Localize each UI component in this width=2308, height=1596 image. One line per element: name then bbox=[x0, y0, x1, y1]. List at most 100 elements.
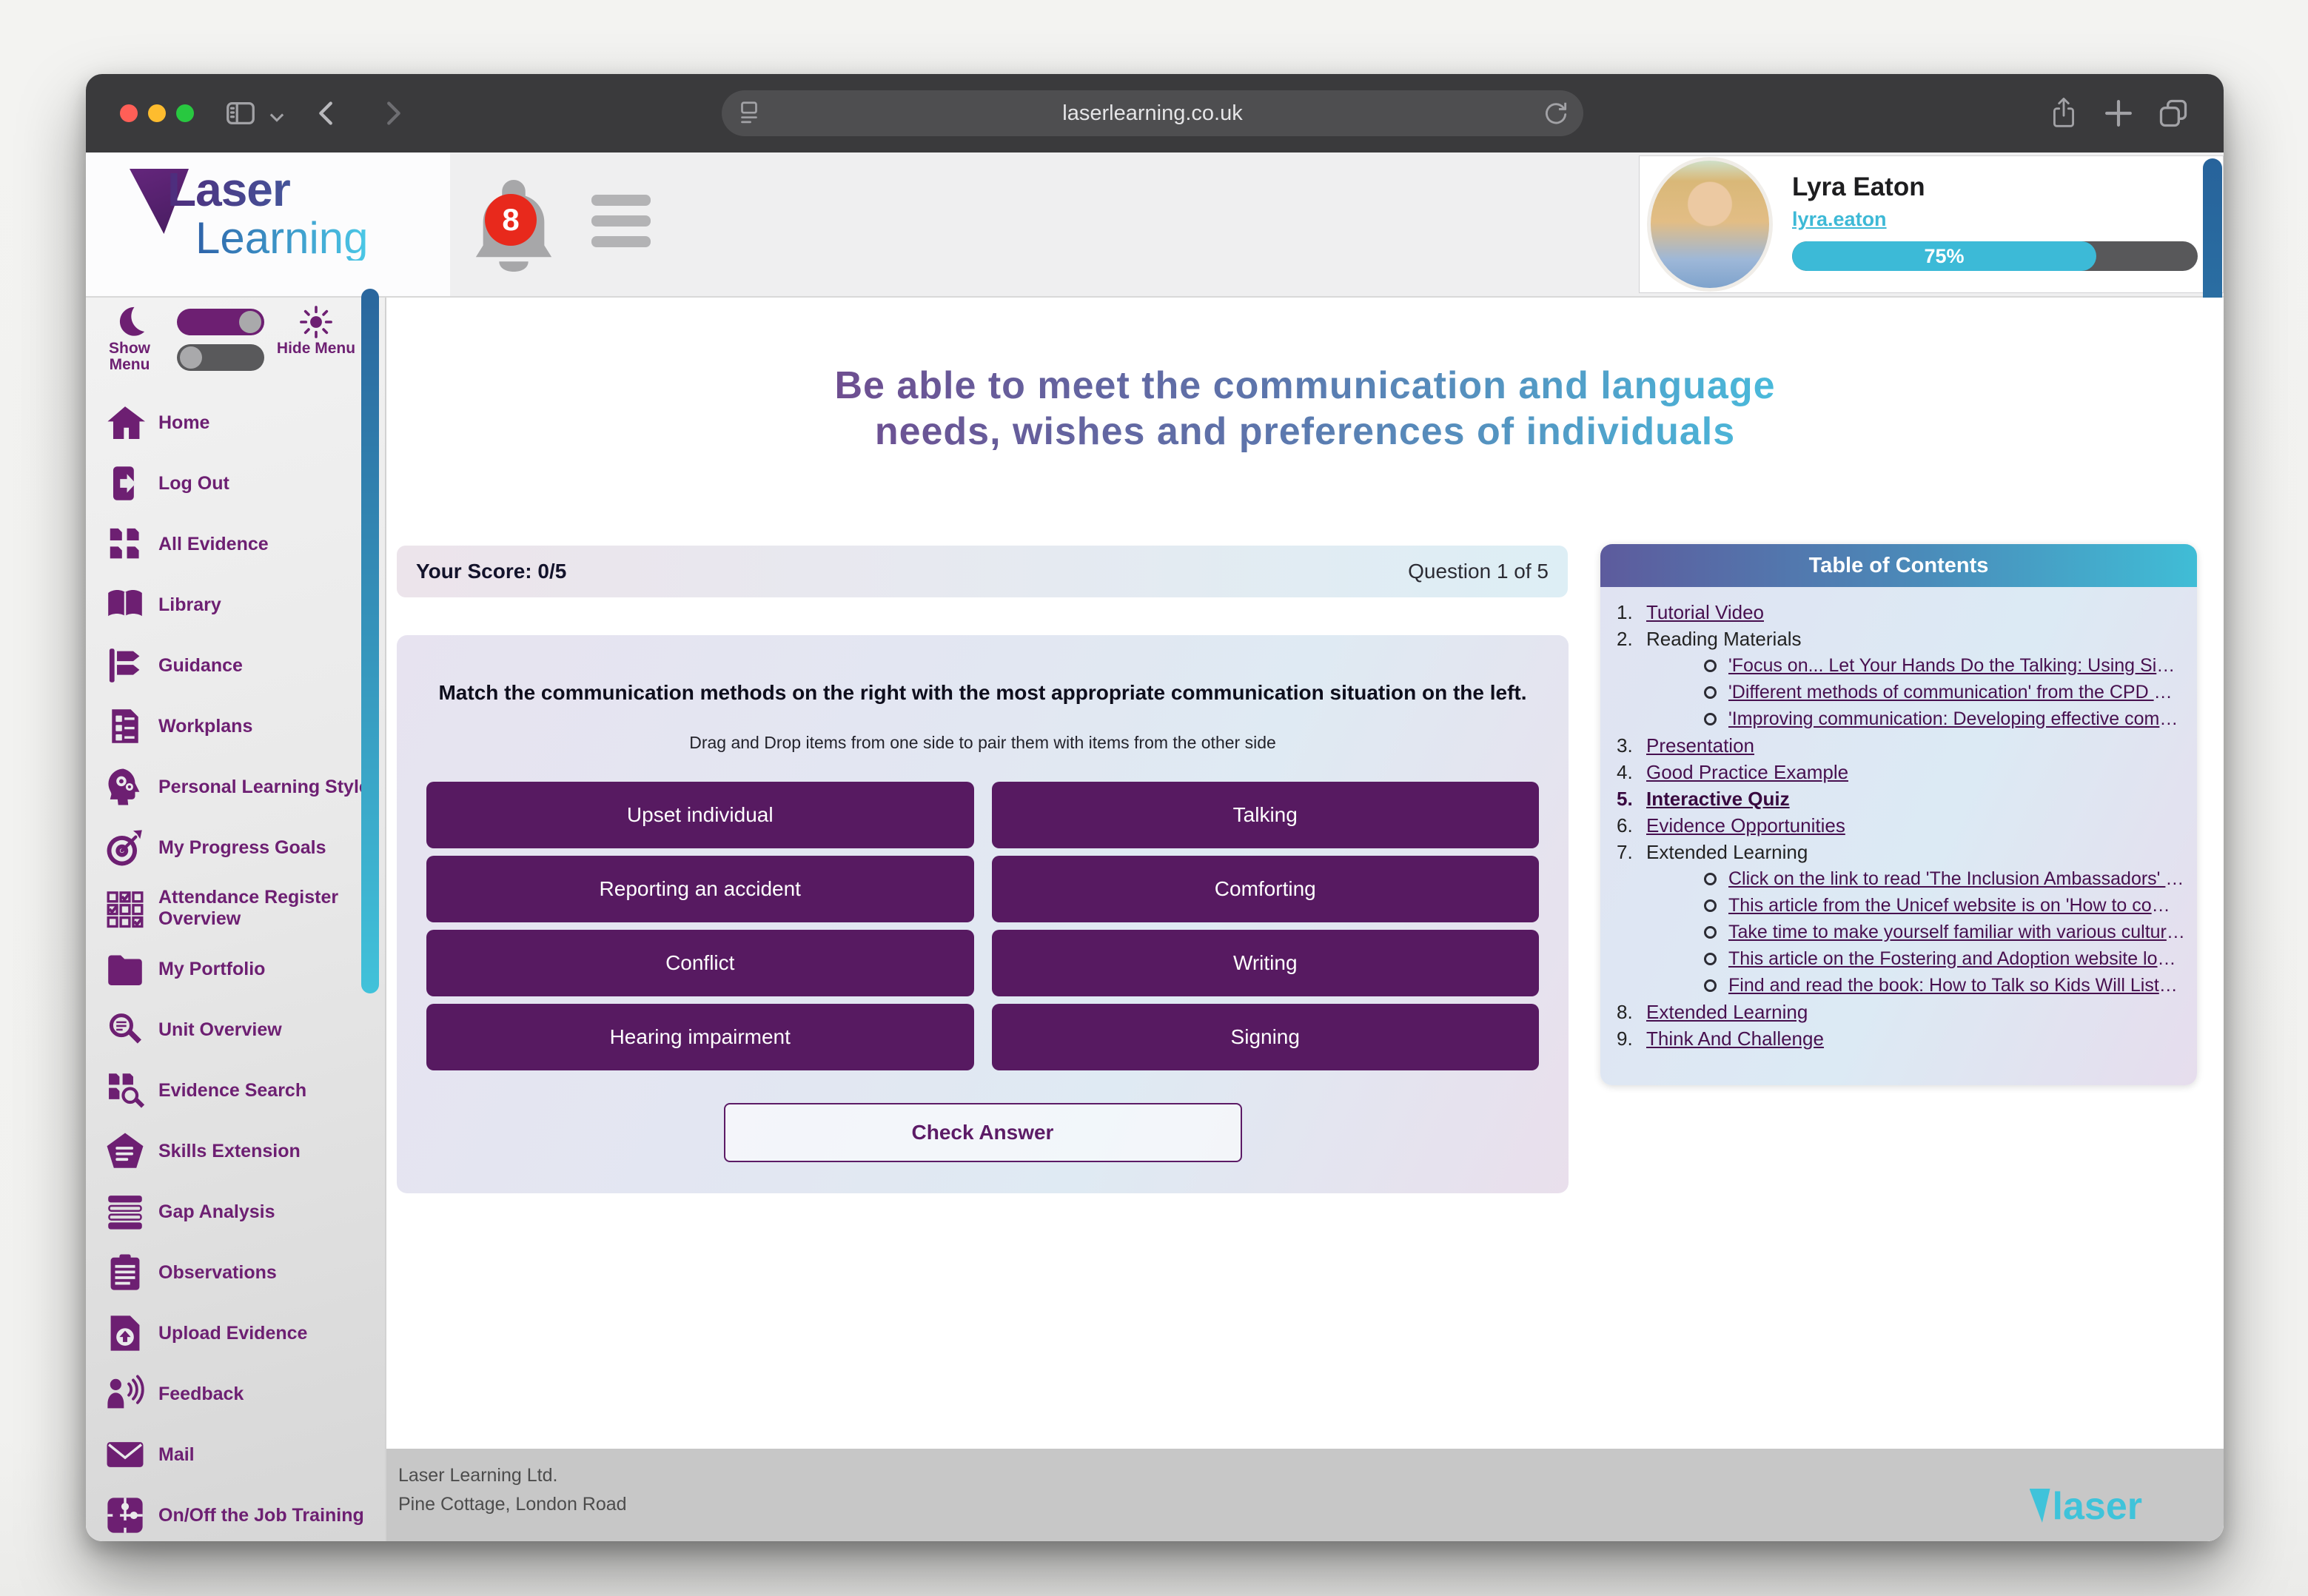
minimize-button[interactable] bbox=[148, 104, 166, 122]
site-logo[interactable]: Laser Learning bbox=[86, 152, 450, 296]
quiz-item-talking[interactable]: Talking bbox=[992, 782, 1540, 848]
sidebar-item-label: Guidance bbox=[158, 655, 243, 677]
skills-extension-icon bbox=[105, 1131, 145, 1171]
avatar[interactable] bbox=[1647, 157, 1773, 292]
sidebar-item-skills-extension[interactable]: Skills Extension bbox=[86, 1121, 382, 1181]
sidebar-item-label: Attendance Register Overview bbox=[158, 887, 379, 930]
sidebar-menu: HomeLog OutAll EvidenceLibrary Guidance Wo… bbox=[86, 392, 382, 1541]
sidebar-item-my-portfolio[interactable]: My Portfolio bbox=[86, 939, 382, 999]
toc-link-evidence-opportunities[interactable]: Evidence Opportunities bbox=[1646, 812, 1845, 839]
toc-sublink[interactable]: Click on the link to read 'The Inclusion… bbox=[1728, 865, 2185, 892]
sidebar-item-library[interactable]: Library bbox=[86, 574, 382, 635]
sidebar-item-evidence-search[interactable]: Evidence Search bbox=[86, 1060, 382, 1121]
sidebar-item-observations[interactable]: Observations bbox=[86, 1242, 382, 1303]
gap-analysis-icon bbox=[105, 1192, 145, 1232]
desktop-background: laserlearning.co.uk Laser Learning bbox=[0, 0, 2308, 1596]
toc-link-tutorial-video[interactable]: Tutorial Video bbox=[1646, 599, 1764, 626]
reload-icon[interactable] bbox=[1542, 99, 1570, 127]
toc-sublink[interactable]: This article on the Fostering and Adopti… bbox=[1728, 945, 2185, 972]
learning-style-icon bbox=[105, 767, 145, 807]
toc-sublink[interactable]: Find and read the book: How to Talk so K… bbox=[1728, 972, 2185, 999]
toc-item-extended-learning: 7.Extended Learning bbox=[1617, 839, 2185, 865]
main-content: Be able to meet the communication and la… bbox=[386, 298, 2224, 1541]
close-button[interactable] bbox=[120, 104, 138, 122]
score-label: Your Score: 0/5 bbox=[416, 560, 566, 583]
page-format-icon[interactable] bbox=[735, 99, 763, 127]
sidebar-item-all-evidence[interactable]: All Evidence bbox=[86, 514, 382, 574]
upload-evidence-icon bbox=[105, 1313, 145, 1353]
share-icon[interactable] bbox=[2047, 97, 2080, 130]
hide-menu-label: Hide Menu bbox=[275, 341, 357, 357]
moon-icon bbox=[113, 305, 147, 339]
sidebar-item-unit-overview[interactable]: Unit Overview bbox=[86, 999, 382, 1060]
bullet-icon bbox=[1704, 660, 1717, 672]
sidebar-item-mail[interactable]: Mail bbox=[86, 1424, 382, 1485]
sidebar-item-my-progress-goals[interactable]: My Progress Goals bbox=[86, 817, 382, 878]
sidebar-item-on-off-the-job-training[interactable]: On/Off the Job Training bbox=[86, 1485, 382, 1541]
hide-menu-toggle[interactable] bbox=[177, 344, 264, 371]
profile-link[interactable]: lyra.eaton bbox=[1792, 208, 1887, 231]
toc-link-think-and-challenge[interactable]: Think And Challenge bbox=[1646, 1025, 1824, 1052]
toc-sublink[interactable]: Take time to make yourself familiar with… bbox=[1728, 919, 2185, 945]
sidebar-item-feedback[interactable]: Feedback bbox=[86, 1364, 382, 1424]
check-answer-button[interactable]: Check Answer bbox=[724, 1103, 1242, 1162]
bullet-icon bbox=[1704, 953, 1717, 965]
tab-overview-icon[interactable] bbox=[2157, 97, 2190, 130]
toc-subitem: Find and read the book: How to Talk so K… bbox=[1617, 972, 2185, 999]
sidebar-item-guidance[interactable]: Guidance bbox=[86, 635, 382, 696]
quiz-item-writing[interactable]: Writing bbox=[992, 930, 1540, 996]
toc-link-presentation[interactable]: Presentation bbox=[1646, 732, 1754, 759]
sidebar-item-log-out[interactable]: Log Out bbox=[86, 453, 382, 514]
user-name: Lyra Eaton bbox=[1792, 172, 2223, 202]
toc-link-interactive-quiz[interactable]: Interactive Quiz bbox=[1646, 785, 1790, 812]
show-menu-toggle[interactable] bbox=[177, 309, 264, 335]
sidebar-scrollbar[interactable] bbox=[361, 289, 379, 993]
notification-badge: 8 bbox=[485, 194, 537, 246]
menu-visibility-controls: Show Menu Hide Menu bbox=[86, 298, 385, 392]
sidebar-item-personal-learning-style[interactable]: Personal Learning Style bbox=[86, 757, 382, 817]
quiz-item-reporting-an-accident[interactable]: Reporting an accident bbox=[426, 856, 974, 922]
quiz-item-comforting[interactable]: Comforting bbox=[992, 856, 1540, 922]
sun-icon bbox=[299, 305, 333, 339]
chevron-down-icon[interactable] bbox=[266, 107, 287, 127]
sidebar-item-label: Mail bbox=[158, 1444, 195, 1466]
webpage: Laser Learning 8 Lyra Eaton lyra.eaton bbox=[86, 152, 2224, 1541]
page-title: Be able to meet the communication and la… bbox=[802, 363, 1808, 455]
quiz-item-signing[interactable]: Signing bbox=[992, 1004, 1540, 1070]
sidebar-item-gap-analysis[interactable]: Gap Analysis bbox=[86, 1181, 382, 1242]
workplans-icon bbox=[105, 706, 145, 746]
footer-company: Laser Learning Ltd. bbox=[398, 1465, 2224, 1486]
toc-link-good-practice-example[interactable]: Good Practice Example bbox=[1646, 759, 1848, 785]
sidebar-item-attendance-register-overview[interactable]: Attendance Register Overview bbox=[86, 878, 382, 939]
toc-link-extended-learning[interactable]: Extended Learning bbox=[1646, 999, 1808, 1025]
new-tab-icon[interactable] bbox=[2102, 97, 2135, 130]
quiz-item-conflict[interactable]: Conflict bbox=[426, 930, 974, 996]
footer-logo: laser bbox=[2030, 1487, 2142, 1526]
back-icon[interactable] bbox=[309, 96, 343, 130]
sidebar-item-home[interactable]: Home bbox=[86, 392, 382, 453]
question-counter: Question 1 of 5 bbox=[1408, 560, 1549, 583]
toc-sublink[interactable]: 'Different methods of communication' fro… bbox=[1728, 679, 2185, 705]
quiz-card: Match the communication methods on the r… bbox=[397, 635, 1569, 1193]
sidebar-item-label: Skills Extension bbox=[158, 1141, 301, 1162]
address-bar[interactable]: laserlearning.co.uk bbox=[722, 90, 1583, 136]
sidebar-item-upload-evidence[interactable]: Upload Evidence bbox=[86, 1303, 382, 1364]
quiz-item-hearing-impairment[interactable]: Hearing impairment bbox=[426, 1004, 974, 1070]
hamburger-menu-button[interactable] bbox=[591, 195, 651, 247]
toc-sublink[interactable]: 'Improving communication: Developing eff… bbox=[1728, 705, 2185, 732]
sidebar-item-label: On/Off the Job Training bbox=[158, 1505, 364, 1526]
bell-icon bbox=[467, 269, 560, 281]
toc-item-reading-materials: 2.Reading Materials bbox=[1617, 626, 2185, 652]
all-evidence-icon bbox=[105, 524, 145, 564]
toc-item-extended-learning: 8.Extended Learning bbox=[1617, 999, 2185, 1025]
notifications-bell[interactable]: 8 bbox=[467, 169, 560, 278]
toc-title: Table of Contents bbox=[1600, 544, 2197, 587]
toc-sublink[interactable]: This article from the Unicef website is … bbox=[1728, 892, 2185, 919]
sidebar-item-workplans[interactable]: Workplans bbox=[86, 696, 382, 757]
sidebar-toggle-icon[interactable] bbox=[224, 96, 258, 130]
zoom-button[interactable] bbox=[176, 104, 194, 122]
toc-sublink[interactable]: 'Focus on... Let Your Hands Do the Talki… bbox=[1728, 652, 2185, 679]
quiz-grid: Upset individual Talking Reporting an acci… bbox=[426, 782, 1539, 1070]
toolbar-right bbox=[2047, 74, 2190, 152]
quiz-item-upset-individual[interactable]: Upset individual bbox=[426, 782, 974, 848]
